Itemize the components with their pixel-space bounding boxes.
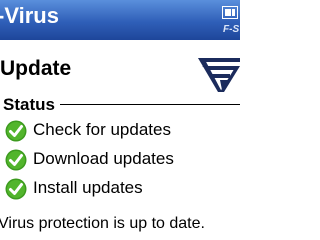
step-label: Check for updates [33, 120, 171, 139]
brand-label: F-S [223, 24, 240, 35]
section-divider [60, 104, 240, 105]
check-icon [5, 120, 27, 142]
check-icon [5, 149, 27, 171]
battery-icon [222, 6, 238, 19]
step-label: Download updates [33, 149, 174, 168]
f-secure-logo-icon [198, 58, 240, 92]
app-title: -Virus [0, 3, 59, 28]
title-bar: -Virus F-S [0, 0, 240, 40]
status-message: Virus protection is up to date. [0, 215, 205, 232]
status-section-label: Status [3, 95, 55, 114]
page-title: Update [0, 57, 72, 80]
step-label: Install updates [33, 178, 143, 197]
check-icon [5, 178, 27, 200]
